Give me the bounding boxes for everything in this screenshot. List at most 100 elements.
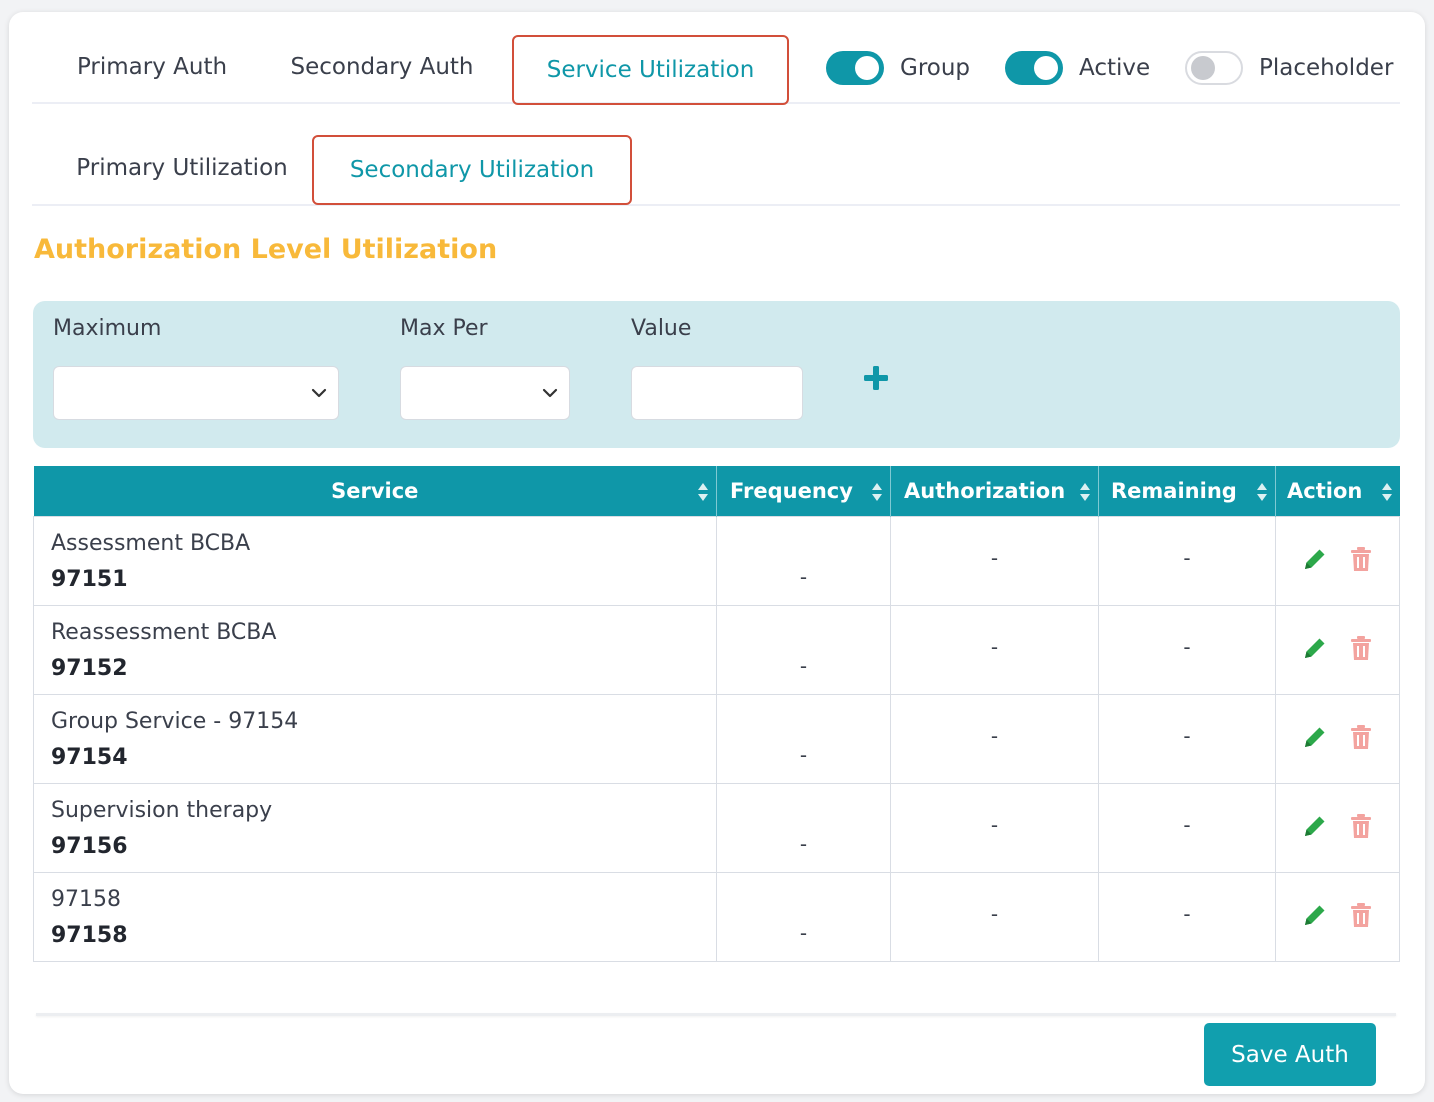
service-cell: Assessment BCBA 97151 — [33, 515, 717, 606]
tab-service-utilization[interactable]: Service Utilization — [512, 35, 789, 105]
table-row: Reassessment BCBA 97152 - - - — [33, 604, 1400, 695]
frequency-value: - — [799, 742, 808, 767]
trash-icon[interactable] — [1350, 635, 1372, 661]
frequency-cell: - — [716, 693, 891, 784]
service-cell: Supervision therapy 97156 — [33, 782, 717, 873]
pencil-icon[interactable] — [1302, 635, 1328, 661]
header-frequency-label: Frequency — [730, 478, 853, 503]
remaining-cell: - — [1098, 693, 1276, 784]
header-authorization[interactable]: Authorization — [890, 466, 1099, 516]
service-code: 97158 — [51, 922, 128, 948]
trash-icon[interactable] — [1350, 813, 1372, 839]
frequency-value: - — [799, 653, 808, 678]
active-toggle-label: Active — [1079, 55, 1151, 81]
chevron-down-icon — [311, 388, 327, 398]
remaining-cell: - — [1098, 782, 1276, 873]
filter-panel: Maximum Max Per Value — [33, 301, 1400, 448]
footer-divider — [36, 1013, 1396, 1016]
remaining-value: - — [1183, 812, 1191, 837]
service-code: 97151 — [51, 566, 128, 592]
header-frequency[interactable]: Frequency — [716, 466, 891, 516]
authorization-value: - — [990, 901, 999, 926]
authorization-value: - — [990, 545, 999, 570]
remaining-value: - — [1183, 545, 1191, 570]
sort-icon — [1257, 483, 1267, 501]
frequency-value: - — [799, 831, 808, 856]
section-title: Authorization Level Utilization — [34, 234, 498, 265]
authorization-cell: - — [890, 604, 1099, 695]
authorization-value: - — [990, 812, 999, 837]
save-auth-button[interactable]: Save Auth — [1204, 1023, 1376, 1086]
maximum-select[interactable] — [53, 366, 339, 420]
action-cell — [1275, 782, 1400, 873]
switch-knob — [1191, 56, 1215, 80]
table-row: Supervision therapy 97156 - - - — [33, 782, 1400, 873]
service-table: Service Frequency Authorization Remainin… — [33, 466, 1400, 962]
service-code: 97152 — [51, 655, 128, 681]
frequency-value: - — [799, 564, 808, 589]
frequency-value: - — [799, 920, 808, 945]
service-code: 97154 — [51, 744, 128, 770]
max-per-label: Max Per — [400, 316, 488, 341]
remaining-cell: - — [1098, 515, 1276, 606]
pencil-icon[interactable] — [1302, 546, 1328, 572]
service-name: Supervision therapy — [51, 797, 273, 823]
group-toggle-label: Group — [900, 55, 971, 81]
header-action-label: Action — [1287, 478, 1363, 503]
sub-tab-bar: Primary Utilization Secondary Utilizatio… — [32, 133, 1400, 206]
plus-icon[interactable] — [861, 363, 891, 393]
pencil-icon[interactable] — [1302, 813, 1328, 839]
active-toggle[interactable]: Active — [1005, 51, 1150, 85]
tab-secondary-utilization[interactable]: Secondary Utilization — [312, 135, 632, 205]
table-row: 97158 97158 - - - — [33, 871, 1400, 962]
group-switch[interactable] — [826, 51, 884, 85]
value-input[interactable] — [631, 366, 803, 420]
remaining-value: - — [1183, 634, 1191, 659]
placeholder-switch[interactable] — [1185, 51, 1243, 85]
authorization-value: - — [990, 723, 999, 748]
frequency-cell: - — [716, 604, 891, 695]
service-name: Group Service - 97154 — [51, 708, 299, 734]
value-label: Value — [631, 316, 692, 341]
action-cell — [1275, 871, 1400, 962]
tab-primary-auth[interactable]: Primary Auth — [52, 32, 252, 102]
header-authorization-label: Authorization — [904, 478, 1066, 503]
remaining-value: - — [1183, 723, 1191, 748]
frequency-cell: - — [716, 782, 891, 873]
maximum-label: Maximum — [53, 316, 162, 341]
table-row: Group Service - 97154 97154 - - - — [33, 693, 1400, 784]
sort-icon — [1080, 483, 1090, 501]
active-switch[interactable] — [1005, 51, 1063, 85]
sort-icon — [698, 483, 708, 501]
header-remaining[interactable]: Remaining — [1098, 466, 1276, 516]
service-name: Assessment BCBA — [51, 530, 251, 556]
header-remaining-label: Remaining — [1111, 478, 1237, 503]
header-action[interactable]: Action — [1275, 466, 1400, 516]
trash-icon[interactable] — [1350, 902, 1372, 928]
tab-secondary-auth[interactable]: Secondary Auth — [284, 32, 480, 102]
pencil-icon[interactable] — [1302, 902, 1328, 928]
switch-knob — [855, 56, 879, 80]
chevron-down-icon — [542, 388, 558, 398]
pencil-icon[interactable] — [1302, 724, 1328, 750]
authorization-cell: - — [890, 693, 1099, 784]
service-cell: Reassessment BCBA 97152 — [33, 604, 717, 695]
group-toggle[interactable]: Group — [826, 51, 970, 85]
tab-primary-utilization[interactable]: Primary Utilization — [52, 133, 312, 203]
header-service[interactable]: Service — [33, 466, 717, 516]
max-per-select[interactable] — [400, 366, 570, 420]
sort-icon — [1381, 483, 1392, 501]
table-row: Assessment BCBA 97151 - - - — [33, 515, 1400, 606]
authorization-value: - — [990, 634, 999, 659]
trash-icon[interactable] — [1350, 724, 1372, 750]
switch-knob — [1034, 56, 1058, 80]
sort-icon — [872, 483, 882, 501]
placeholder-toggle[interactable]: Placeholder — [1185, 51, 1393, 85]
frequency-cell: - — [716, 515, 891, 606]
trash-icon[interactable] — [1350, 546, 1372, 572]
header-service-label: Service — [331, 478, 419, 503]
remaining-cell: - — [1098, 871, 1276, 962]
action-cell — [1275, 515, 1400, 606]
placeholder-toggle-label: Placeholder — [1259, 55, 1394, 81]
authorization-cell: - — [890, 871, 1099, 962]
